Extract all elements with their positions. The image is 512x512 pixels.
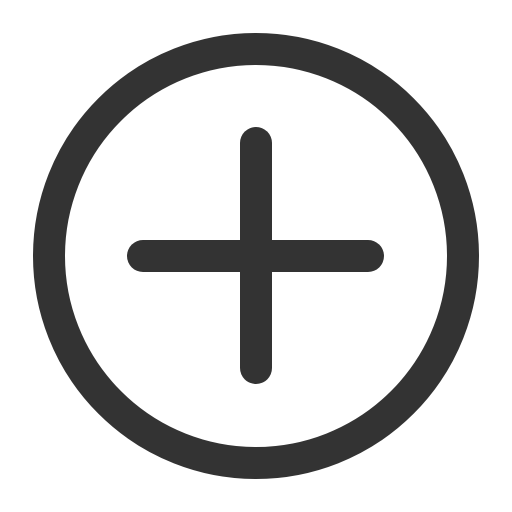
add-circle-button[interactable] xyxy=(0,0,512,512)
icon-canvas xyxy=(0,0,512,512)
add-circle-icon xyxy=(33,33,479,479)
